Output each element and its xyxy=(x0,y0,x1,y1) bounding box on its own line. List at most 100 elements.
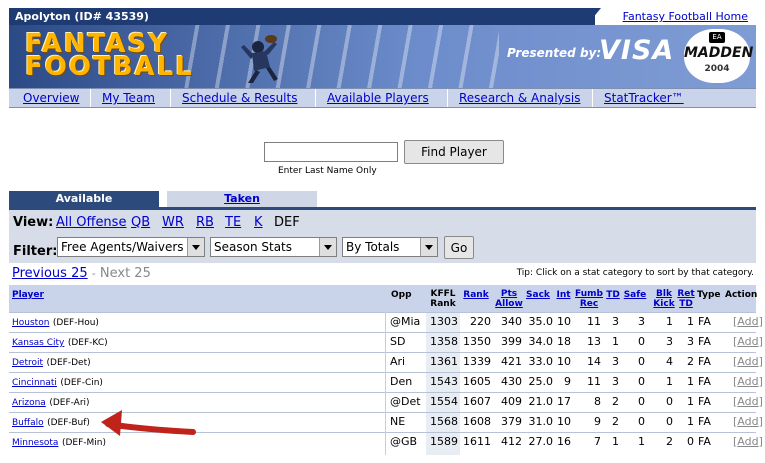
tab-taken-link[interactable]: Taken xyxy=(224,192,260,205)
td-cell: 3 xyxy=(612,375,619,388)
int-cell: 10 xyxy=(557,315,571,328)
stat-type-value: Season Stats xyxy=(214,240,292,254)
opp-cell: Ari xyxy=(390,355,406,368)
nav-available-players[interactable]: Available Players xyxy=(327,90,429,106)
kffl-cell: 1358 xyxy=(430,335,458,348)
action-cell: [Add] xyxy=(733,313,763,331)
tab-taken[interactable]: Taken xyxy=(167,191,317,207)
view-qb[interactable]: QB xyxy=(131,215,150,230)
nav-schedule-results[interactable]: Schedule & Results xyxy=(182,90,297,106)
opp-cell: @Mia xyxy=(390,315,421,328)
fumb-cell: 13 xyxy=(587,335,601,348)
ea-sports-badge: EA xyxy=(709,32,725,43)
previous-page-link[interactable]: Previous 25 xyxy=(12,266,88,281)
fumb-cell: 7 xyxy=(594,435,601,448)
rank-cell: 1608 xyxy=(463,415,491,428)
rank-cell: 1605 xyxy=(463,375,491,388)
sack-cell: 27.0 xyxy=(528,435,554,448)
view-wr[interactable]: WR xyxy=(162,215,184,230)
kffl-cell: 1554 xyxy=(430,395,458,408)
td-cell: 1 xyxy=(612,335,619,348)
add-player-link[interactable]: Add xyxy=(737,315,758,328)
chevron-down-icon[interactable] xyxy=(420,238,437,256)
view-label: View: xyxy=(13,215,54,230)
top-bar: Apolyton (ID# 43539) Fantasy Football Ho… xyxy=(9,8,756,25)
kffl-cell: 1361 xyxy=(430,355,458,368)
nav-stattracker[interactable]: StatTracker™ xyxy=(604,90,684,106)
ret-cell: 3 xyxy=(687,335,694,348)
find-player-button[interactable]: Find Player xyxy=(404,140,504,164)
team-link[interactable]: Detroit xyxy=(12,358,43,368)
add-player-link[interactable]: Add xyxy=(737,335,758,348)
fantasy-football-logo: FANTASY FOOTBALL xyxy=(25,31,194,80)
sack-cell: 35.0 xyxy=(528,315,554,328)
type-cell: FA xyxy=(698,435,711,448)
table-row: Houston (DEF-Hou) @Mia 1303 220 340 35.0 10 11 3… xyxy=(9,312,763,331)
player-pool-value: Free Agents/Waivers xyxy=(61,240,184,254)
blk-cell: 4 xyxy=(666,355,673,368)
add-player-link[interactable]: Add xyxy=(737,415,758,428)
view-bar: View: All Offense QB WR RB TE K DEF xyxy=(9,210,756,235)
add-player-link[interactable]: Add xyxy=(737,355,758,368)
nav-overview[interactable]: Overview xyxy=(23,90,80,106)
team-name: Apolyton (ID# 43539) xyxy=(9,8,595,25)
fantasy-football-home-link[interactable]: Fantasy Football Home xyxy=(623,8,748,25)
safe-cell: 0 xyxy=(638,395,645,408)
player-cell: Houston (DEF-Hou) xyxy=(12,313,99,331)
nav-divider xyxy=(170,89,171,107)
team-link[interactable]: Cincinnati xyxy=(12,378,57,388)
ret-cell: 1 xyxy=(687,395,694,408)
team-link[interactable]: Buffalo xyxy=(12,418,44,428)
action-cell: [Add] xyxy=(733,353,763,371)
pts-cell: 421 xyxy=(501,355,522,368)
type-cell: FA xyxy=(698,395,711,408)
safe-cell: 0 xyxy=(638,335,645,348)
chevron-down-icon[interactable] xyxy=(187,238,204,256)
pts-cell: 409 xyxy=(501,395,522,408)
stat-type-select[interactable]: Season Stats xyxy=(210,237,337,257)
add-player-link[interactable]: Add xyxy=(737,375,758,388)
team-link[interactable]: Houston xyxy=(12,318,49,328)
field-graphic xyxy=(169,25,499,88)
opp-cell: Den xyxy=(390,375,413,388)
view-te[interactable]: TE xyxy=(225,215,241,230)
view-rb[interactable]: RB xyxy=(196,215,214,230)
table-header: Player Opp KFFL Rank Rank Pts Allow Sack I… xyxy=(9,285,757,312)
sort-mode-select[interactable]: By Totals xyxy=(342,237,438,257)
rank-cell: 1611 xyxy=(463,435,491,448)
tab-available[interactable]: Available xyxy=(9,191,159,207)
view-k[interactable]: K xyxy=(254,215,263,230)
main-nav: Overview My Team Schedule & Results Avai… xyxy=(9,88,756,108)
int-cell: 10 xyxy=(557,355,571,368)
go-button[interactable]: Go xyxy=(444,236,474,259)
type-cell: FA xyxy=(698,315,711,328)
football-player-icon xyxy=(241,35,278,83)
blk-cell: 0 xyxy=(666,415,673,428)
fumb-cell: 9 xyxy=(594,415,601,428)
kffl-cell: 1543 xyxy=(430,375,458,388)
sack-cell: 21.0 xyxy=(528,395,554,408)
nav-research-analysis[interactable]: Research & Analysis xyxy=(459,90,580,106)
chevron-down-icon[interactable] xyxy=(319,238,336,256)
pager-separator: - xyxy=(91,267,96,280)
add-player-link[interactable]: Add xyxy=(737,435,758,448)
team-link[interactable]: Arizona xyxy=(12,398,46,408)
add-player-link[interactable]: Add xyxy=(737,395,758,408)
team-link[interactable]: Minnesota xyxy=(12,438,58,448)
blk-cell: 1 xyxy=(666,315,673,328)
position-label: (DEF-Cin) xyxy=(60,378,103,388)
red-arrow-icon xyxy=(101,410,196,436)
rank-cell: 220 xyxy=(470,315,491,328)
team-link[interactable]: Kansas City xyxy=(12,338,64,348)
sort-tip: Tip: Click on a stat category to sort by… xyxy=(516,268,754,278)
ret-cell: 1 xyxy=(687,415,694,428)
player-pool-select[interactable]: Free Agents/Waivers xyxy=(57,237,205,257)
view-all-offense[interactable]: All Offense xyxy=(56,215,126,230)
last-name-input[interactable] xyxy=(264,142,398,162)
int-cell: 18 xyxy=(557,335,571,348)
blk-cell: 3 xyxy=(666,335,673,348)
nav-divider xyxy=(447,89,448,107)
player-cell: Detroit (DEF-Det) xyxy=(12,353,91,371)
fumb-cell: 11 xyxy=(587,375,601,388)
nav-my-team[interactable]: My Team xyxy=(102,90,155,106)
